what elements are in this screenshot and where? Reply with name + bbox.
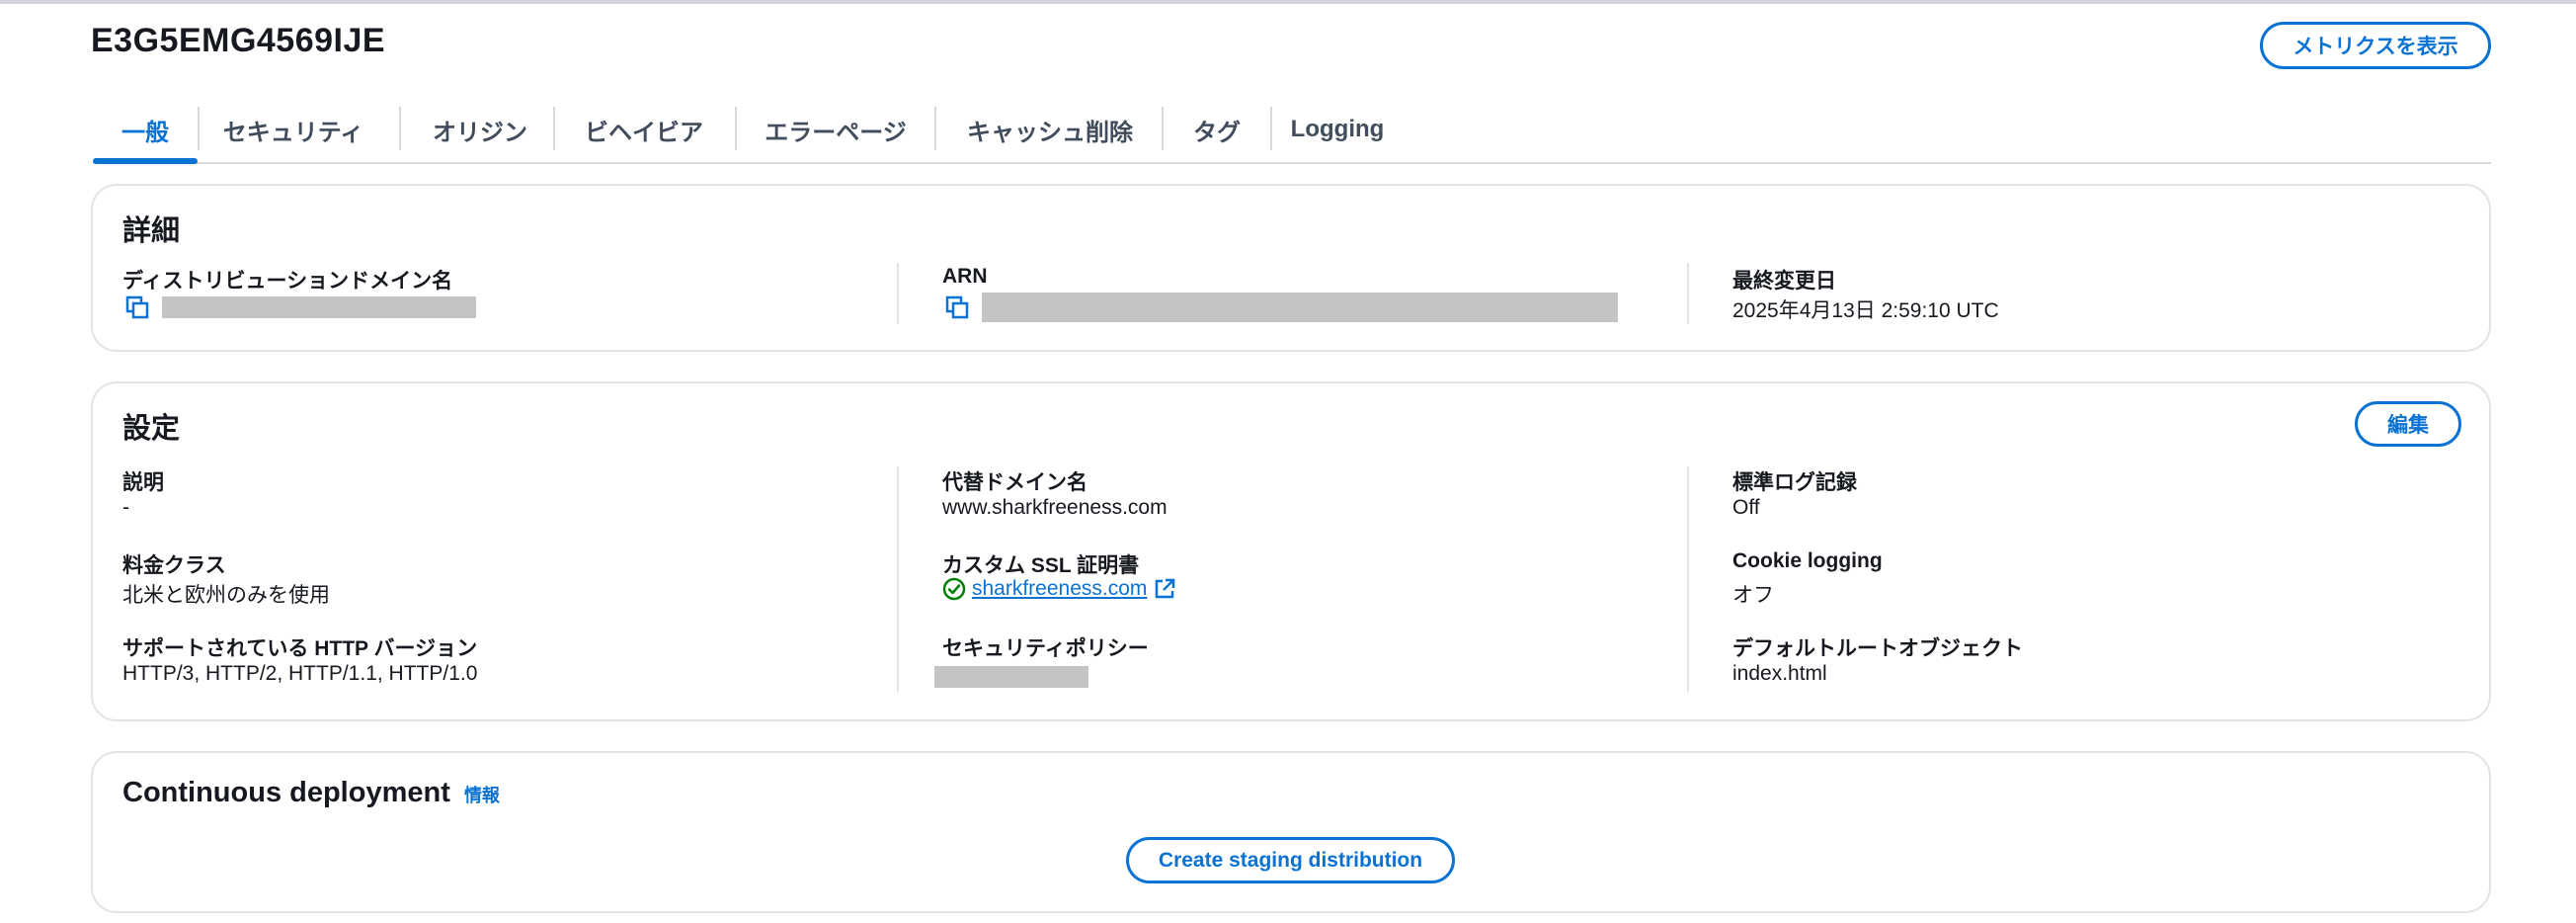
alternate-domain-label: 代替ドメイン名 xyxy=(942,471,1087,494)
description-value: - xyxy=(122,496,129,519)
custom-ssl-label: カスタム SSL 証明書 xyxy=(942,554,1140,577)
tab-tags[interactable]: タグ xyxy=(1164,99,1270,160)
tab-general[interactable]: 一般 xyxy=(93,99,198,164)
settings-panel: 設定 説明 - 料金クラス 北米と欧州のみを使用 サポートされている HTTP … xyxy=(91,381,2491,721)
copy-icon[interactable] xyxy=(124,294,150,320)
tab-error-pages[interactable]: エラーページ xyxy=(737,99,934,160)
http-versions-label: サポートされている HTTP バージョン xyxy=(122,637,478,660)
column-divider xyxy=(897,263,899,324)
tab-bar: 一般 セキュリティ オリジン ビヘイビア エラーページ キャッシュ削除 タグ L… xyxy=(93,99,2491,164)
tab-behaviors[interactable]: ビヘイビア xyxy=(555,99,733,160)
tab-label: セキュリティ xyxy=(222,119,364,146)
description-label: 説明 xyxy=(122,471,164,494)
redacted-arn-value xyxy=(982,293,1618,322)
standard-logging-label: 標準ログ記録 xyxy=(1732,471,1857,494)
column-divider xyxy=(1687,263,1689,324)
cookie-logging-label: Cookie logging xyxy=(1732,549,1883,572)
check-circle-icon xyxy=(942,577,966,601)
continuous-deployment-title: Continuous deployment 情報 xyxy=(122,777,500,809)
tab-origins[interactable]: オリジン xyxy=(401,99,559,160)
continuous-deployment-panel: Continuous deployment 情報 xyxy=(91,751,2491,913)
tab-label: タグ xyxy=(1193,119,1241,146)
column-divider xyxy=(1687,466,1689,692)
last-modified-label: 最終変更日 xyxy=(1732,270,1836,293)
distribution-domain-label: ディストリビューションドメイン名 xyxy=(122,270,453,293)
details-panel: 詳細 ディストリビューションドメイン名 ARN 最終変更日 2025年4月13日… xyxy=(91,184,2491,352)
price-class-label: 料金クラス xyxy=(122,554,226,577)
settings-title: 設定 xyxy=(122,413,181,445)
alternate-domain-value: www.sharkfreeness.com xyxy=(942,496,1167,519)
security-policy-label: セキュリティポリシー xyxy=(942,637,1149,660)
http-versions-value: HTTP/3, HTTP/2, HTTP/1.1, HTTP/1.0 xyxy=(122,662,478,685)
tab-label: エラーページ xyxy=(765,119,907,146)
details-title: 詳細 xyxy=(122,215,181,247)
cookie-logging-value: オフ xyxy=(1732,584,1774,607)
page-title: E3G5EMG4569IJE xyxy=(91,22,386,59)
info-link[interactable]: 情報 xyxy=(464,786,500,805)
continuous-deployment-heading: Continuous deployment xyxy=(122,777,450,808)
create-staging-distribution-button[interactable]: Create staging distribution xyxy=(1126,837,1455,883)
redacted-domain-value xyxy=(162,296,476,318)
price-class-value: 北米と欧州のみを使用 xyxy=(122,584,330,607)
tab-logging[interactable]: Logging xyxy=(1272,99,1403,160)
tab-security[interactable]: セキュリティ xyxy=(200,99,387,160)
top-border xyxy=(0,0,2576,4)
distribution-page: E3G5EMG4569IJE メトリクスを表示 一般 セキュリティ オリジン ビ… xyxy=(0,0,2576,923)
column-divider xyxy=(897,466,899,692)
tab-label: Logging xyxy=(1290,116,1385,142)
default-root-object-value: index.html xyxy=(1732,662,1827,685)
active-tab-indicator xyxy=(93,158,198,164)
external-link-icon[interactable] xyxy=(1153,577,1176,601)
view-metrics-button[interactable]: メトリクスを表示 xyxy=(2260,22,2491,69)
standard-logging-value: Off xyxy=(1732,496,1760,519)
custom-ssl-row: sharkfreeness.com xyxy=(942,577,1176,601)
redacted-security-policy-value xyxy=(934,666,1088,688)
copy-icon[interactable] xyxy=(944,294,970,320)
tab-label: ビヘイビア xyxy=(585,119,703,146)
edit-settings-button[interactable]: 編集 xyxy=(2355,401,2461,447)
ssl-certificate-link[interactable]: sharkfreeness.com xyxy=(972,577,1147,601)
tab-invalidations[interactable]: キャッシュ削除 xyxy=(936,99,1164,160)
tab-label: 一般 xyxy=(121,119,169,146)
tab-label: キャッシュ削除 xyxy=(967,119,1133,146)
default-root-object-label: デフォルトルートオブジェクト xyxy=(1732,637,2023,660)
arn-label: ARN xyxy=(942,265,988,288)
tab-label: オリジン xyxy=(433,119,527,146)
last-modified-value: 2025年4月13日 2:59:10 UTC xyxy=(1732,299,1999,322)
